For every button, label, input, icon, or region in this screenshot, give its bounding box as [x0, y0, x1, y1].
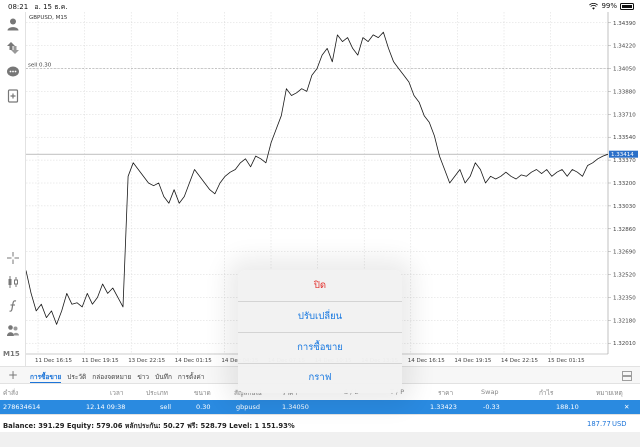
tab-3[interactable]: ข่าว: [137, 372, 149, 383]
price-tick-label: 1.32180: [613, 318, 636, 324]
sell-level-label: sell 0.30: [28, 63, 52, 69]
battery-icon: [620, 2, 634, 10]
chart-button[interactable]: กราฟ: [238, 362, 402, 393]
cell-size: 0.30: [196, 403, 211, 411]
trade-arrows-icon[interactable]: [5, 40, 21, 56]
account-icon[interactable]: [5, 16, 21, 32]
battery-percent: 99%: [601, 2, 617, 10]
cell-swap: -0.33: [483, 403, 500, 411]
time-tick-label: 13 Dec 22:15: [128, 358, 165, 364]
order-action-popover: ปิด ปรับเปลี่ยน การซื้อขาย กราฟ: [238, 270, 402, 393]
price-tick-label: 1.32350: [613, 295, 636, 301]
price-tick-label: 1.33200: [613, 181, 636, 187]
price-tick-label: 1.33370: [613, 158, 636, 164]
status-bar: 08:21 อ. 15 ธ.ค. 99%: [0, 0, 640, 12]
col-current-price[interactable]: ราคา: [438, 388, 453, 398]
time-tick-label: 14 Dec 22:15: [501, 358, 538, 364]
bottom-strip: [0, 432, 640, 447]
new-document-icon[interactable]: [5, 88, 21, 104]
price-tick-label: 1.32520: [613, 273, 636, 279]
price-tick-label: 1.32010: [613, 341, 636, 347]
col-size[interactable]: ขนาด: [194, 388, 211, 398]
terminal-tabs: การซื้อขาย ประวัติ กล่องจดหมาย ข่าว บันทึก กา…: [30, 372, 204, 383]
price-tick-label: 1.34220: [613, 44, 636, 50]
col-time[interactable]: เวลา: [110, 388, 124, 398]
cell-profit: 188.10: [556, 403, 579, 411]
time-tick-label: 11 Dec 19:15: [82, 358, 119, 364]
price-tick-label: 1.33030: [613, 204, 636, 210]
date-text: อ. 15 ธ.ค.: [34, 3, 68, 11]
total-profit: 187.77: [587, 420, 611, 428]
objects-icon[interactable]: [5, 322, 21, 338]
cell-time: 12.14 09:38: [86, 403, 126, 411]
tab-5[interactable]: การตั้งค่า: [178, 372, 204, 383]
modify-order-button[interactable]: ปรับเปลี่ยน: [238, 301, 402, 332]
time-tick-label: 14 Dec 01:15: [175, 358, 212, 364]
crosshair-icon[interactable]: [5, 250, 21, 266]
time-tick-label: 11 Dec 16:15: [35, 358, 72, 364]
status-right: 99%: [589, 2, 634, 10]
cell-price: 1.34050: [282, 403, 309, 411]
col-profit[interactable]: กำไร: [539, 388, 553, 398]
left-toolbar: M15: [0, 12, 26, 366]
col-comment[interactable]: หมายเหตุ: [596, 388, 623, 398]
price-tick-label: 1.33710: [613, 112, 636, 118]
price-tick-label: 1.34050: [613, 67, 636, 73]
cell-symbol: gbpusd: [236, 403, 261, 411]
time-tick-label: 14 Dec 16:15: [408, 358, 445, 364]
chat-icon[interactable]: [5, 64, 21, 80]
balance-bar: Balance: 391.29 Equity: 579.06 หลักประกั…: [0, 414, 640, 432]
timeframe-button[interactable]: M15: [3, 350, 20, 358]
time-tick-label: 14 Dec 19:15: [454, 358, 491, 364]
clock-text: 08:21: [8, 3, 29, 11]
wifi-icon: [589, 2, 599, 10]
time-tick-label: 15 Dec 01:15: [548, 358, 585, 364]
tab-4[interactable]: บันทึก: [155, 372, 172, 383]
close-order-button[interactable]: ปิด: [238, 270, 402, 301]
layout-toggle-icon[interactable]: [622, 371, 632, 381]
price-tick-label: 1.34390: [613, 21, 636, 27]
cell-type: sell: [160, 403, 171, 411]
add-icon[interactable]: +: [8, 369, 18, 381]
balance-summary: Balance: 391.29 Equity: 579.06 หลักประกั…: [3, 422, 295, 430]
trade-button[interactable]: การซื้อขาย: [238, 332, 402, 363]
close-order-icon[interactable]: ✕: [624, 403, 629, 411]
cell-order: 278634614: [3, 403, 41, 411]
tab-1[interactable]: ประวัติ: [67, 372, 86, 383]
col-swap[interactable]: Swap: [481, 388, 499, 396]
cell-current-price: 1.33423: [430, 403, 457, 411]
candlestick-icon[interactable]: [5, 274, 21, 290]
price-tick-label: 1.32690: [613, 250, 636, 256]
symbol-timeframe-label: GBPUSD, M15: [29, 15, 68, 21]
tab-2[interactable]: กล่องจดหมาย: [92, 372, 131, 383]
indicator-function-icon[interactable]: [5, 298, 21, 314]
col-type[interactable]: ประเภท: [146, 388, 168, 398]
price-tick-label: 1.33880: [613, 89, 636, 95]
currency-label: USD: [612, 420, 627, 428]
price-tick-label: 1.32860: [613, 227, 636, 233]
tab-0[interactable]: การซื้อขาย: [30, 372, 62, 383]
price-tick-label: 1.33540: [613, 135, 636, 141]
table-row[interactable]: 278634614 12.14 09:38 sell 0.30 gbpusd 1…: [0, 400, 640, 414]
col-order[interactable]: คำสั่ง: [3, 388, 18, 398]
